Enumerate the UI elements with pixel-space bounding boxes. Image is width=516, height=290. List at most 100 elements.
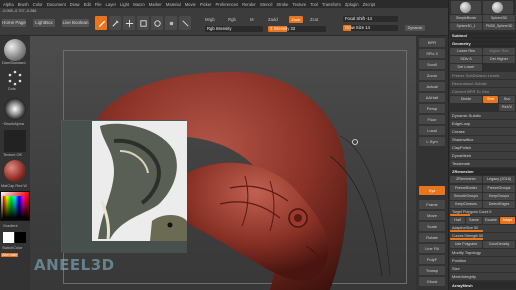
scale-button[interactable] xyxy=(137,16,149,30)
menu-file[interactable]: File xyxy=(95,2,102,7)
dynamic-button[interactable]: Dynamic xyxy=(405,25,425,31)
shadowbox-header[interactable]: ShadowBox xyxy=(450,136,516,143)
menu-color[interactable]: Color xyxy=(33,2,43,7)
del-higher-button[interactable]: Del Higher xyxy=(483,56,515,63)
dynamic-subdiv-header[interactable]: Dynamic Subdiv xyxy=(450,112,516,119)
bpr-button[interactable]: BPR xyxy=(419,38,445,47)
menu-material[interactable]: Material xyxy=(166,2,181,7)
subtool-sphere3d-1[interactable]: Sphere3D_1 xyxy=(450,23,482,30)
menu-brush[interactable]: Brush xyxy=(18,2,29,7)
geometry-header[interactable]: Geometry xyxy=(450,40,516,47)
menu-alpha[interactable]: Alpha xyxy=(3,2,14,7)
zoom-button[interactable]: Zoom xyxy=(419,71,445,80)
brush-thumbnail[interactable] xyxy=(4,39,26,61)
color-density-slider[interactable]: ColorDensity xyxy=(483,241,515,248)
tool-thumb-sphere3d[interactable] xyxy=(483,1,513,14)
mrgb-toggle[interactable]: Mrgb xyxy=(205,17,215,22)
sdiv-slider[interactable]: SDiv 6 xyxy=(450,56,482,63)
keep-groups-toggle[interactable]: KeepGroups xyxy=(483,193,515,200)
tessimate-header[interactable]: Tessimate xyxy=(450,160,516,167)
transp-button[interactable]: Transp xyxy=(419,266,445,275)
transpose-button[interactable] xyxy=(179,16,191,30)
move-view-button[interactable]: Move xyxy=(419,211,445,220)
curves-strength-slider[interactable]: Curves Strength 50 xyxy=(450,233,516,240)
edit-button[interactable] xyxy=(95,16,107,30)
ghost-button[interactable]: Ghost xyxy=(419,277,445,286)
sphere3d-label[interactable]: Sphere3D xyxy=(483,15,515,22)
size-header[interactable]: Size xyxy=(450,265,516,272)
gizmo-button[interactable] xyxy=(165,16,177,30)
live-boolean-button[interactable]: Live Boolean xyxy=(62,19,89,27)
home-page-button[interactable]: Home Page xyxy=(2,19,26,27)
menu-tool[interactable]: Tool xyxy=(310,2,318,7)
tool-thumb-simplebrush[interactable] xyxy=(451,1,481,14)
half-button[interactable]: Half xyxy=(450,217,465,224)
stroke-thumbnail[interactable] xyxy=(6,69,24,87)
alternate-button[interactable]: Alternate xyxy=(1,253,19,257)
menu-macro[interactable]: Macro xyxy=(133,2,145,7)
rotate-view-button[interactable]: Rotate xyxy=(419,233,445,242)
subtool-pm3d-sphere3d[interactable]: PM3D_Sphere3D xyxy=(483,23,515,30)
higher-res-button[interactable]: Higher Res xyxy=(483,48,515,55)
spix-button[interactable]: SPix 3 xyxy=(419,49,445,58)
freeze-groups-toggle[interactable]: FreezeGroups xyxy=(483,185,515,192)
reconstruct-subdiv-button[interactable]: Reconstruct Subdiv xyxy=(450,80,516,87)
mesh-integrity-header[interactable]: MeshIntegrity xyxy=(450,273,516,280)
edgeloop-header[interactable]: EdgeLoop xyxy=(450,120,516,127)
texture-thumbnail[interactable] xyxy=(4,130,26,152)
simplebrush-label[interactable]: SimpleBrush xyxy=(450,15,482,22)
menu-picker[interactable]: Picker xyxy=(200,2,212,7)
focal-shift-slider[interactable]: Focal Shift -14 xyxy=(343,16,398,22)
lsym-button[interactable]: L.Sym xyxy=(419,137,445,146)
z-intensity-slider[interactable]: Z Intensity 33 xyxy=(268,26,326,32)
xyz-button[interactable]: Xyz xyxy=(419,186,445,195)
menu-movie[interactable]: Movie xyxy=(185,2,196,7)
menu-light[interactable]: Light xyxy=(120,2,129,7)
actual-button[interactable]: Actual xyxy=(419,82,445,91)
rgb-intensity-slider[interactable]: Rgb Intensity xyxy=(205,26,263,32)
menu-edit[interactable]: Edit xyxy=(84,2,91,7)
del-lower-button[interactable]: Del Lower xyxy=(450,64,482,71)
target-polygons-slider[interactable]: Target Polygons Count 5 xyxy=(450,209,516,216)
m-toggle[interactable]: M xyxy=(250,17,254,22)
crease-header[interactable]: Crease xyxy=(450,128,516,135)
subtool-header[interactable]: Subtool xyxy=(450,32,516,39)
alpha-thumbnail[interactable] xyxy=(4,98,26,120)
reuv-toggle[interactable]: ReUV xyxy=(499,104,515,111)
dynamesh-header[interactable]: DynaMesh xyxy=(450,152,516,159)
polyf-button[interactable]: PolyF xyxy=(419,255,445,264)
adaptive-size-slider[interactable]: AdaptiveSize 50 xyxy=(450,225,516,232)
menu-zscript[interactable]: Zscript xyxy=(363,2,376,7)
color-picker[interactable] xyxy=(0,191,30,221)
menu-preferences[interactable]: Preferences xyxy=(216,2,239,7)
zsub-toggle[interactable]: Zsub xyxy=(289,16,303,23)
rgb-toggle[interactable]: Rgb xyxy=(228,17,236,22)
floor-button[interactable]: Floor xyxy=(419,115,445,124)
scroll-button[interactable]: Scroll xyxy=(419,60,445,69)
frame-button[interactable]: Frame xyxy=(419,200,445,209)
claypolish-header[interactable]: ClayPolish xyxy=(450,144,516,151)
zremesher-button[interactable]: ZRemesher xyxy=(450,176,482,183)
convert-bpr-button[interactable]: Convert BPR To Geo xyxy=(450,88,516,95)
menu-layer[interactable]: Layer xyxy=(106,2,116,7)
secondary-color-swatch[interactable] xyxy=(15,232,26,243)
menu-stroke[interactable]: Stroke xyxy=(276,2,288,7)
same-button[interactable]: Same xyxy=(466,217,482,224)
position-header[interactable]: Position xyxy=(450,257,516,264)
zcut-toggle[interactable]: Zcut xyxy=(310,17,318,22)
lightbox-button[interactable]: LightBox xyxy=(33,19,55,27)
freeze-border-toggle[interactable]: FreezeBorder xyxy=(450,185,482,192)
menu-stencil[interactable]: Stencil xyxy=(260,2,273,7)
aahalf-button[interactable]: AAHalf xyxy=(419,93,445,102)
color-hue-square[interactable] xyxy=(3,196,27,218)
smt-toggle[interactable]: Smt xyxy=(483,96,498,103)
local-button[interactable]: Local xyxy=(419,126,445,135)
menu-zplugin[interactable]: Zplugin xyxy=(345,2,359,7)
switch-color-label[interactable]: SwitchColor xyxy=(2,246,22,250)
double-button[interactable]: Double xyxy=(483,217,499,224)
smooth-groups-toggle[interactable]: SmoothGroups xyxy=(450,193,482,200)
draw-button[interactable] xyxy=(109,16,121,30)
menu-draw[interactable]: Draw xyxy=(70,2,80,7)
move-button[interactable] xyxy=(123,16,135,30)
scale-view-button[interactable]: Scale xyxy=(419,222,445,231)
